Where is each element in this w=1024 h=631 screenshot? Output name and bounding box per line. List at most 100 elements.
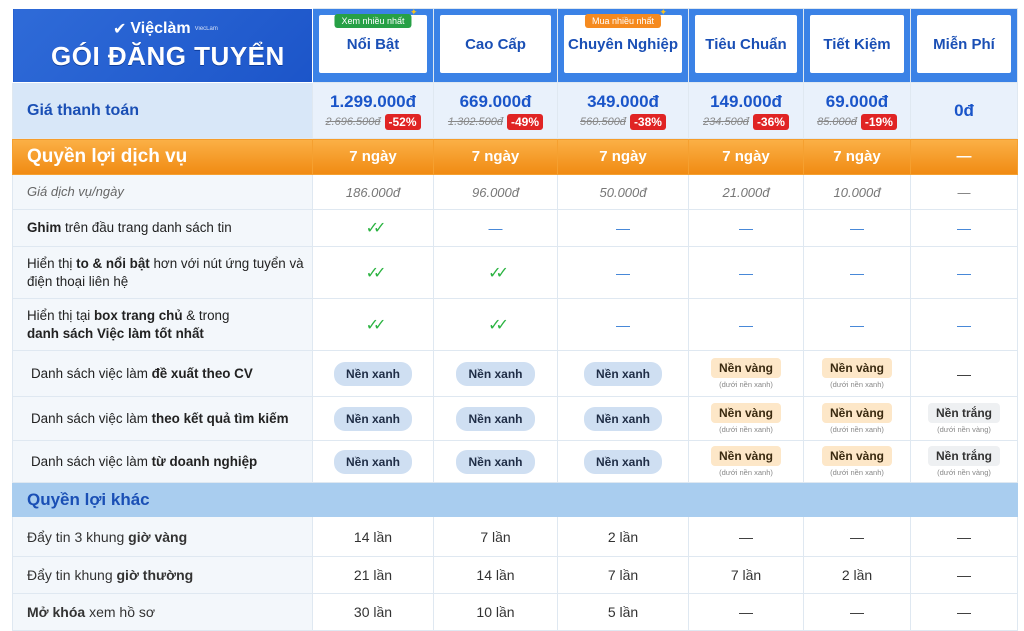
dash-icon: — <box>910 209 1018 247</box>
duration-cell: 7 ngày <box>688 138 804 175</box>
yellow-bg-pill: Nền vàng <box>821 403 892 423</box>
dash-icon: — <box>910 298 1018 351</box>
per-day-cell: 186.000đ <box>312 174 434 210</box>
most-viewed-badge: Xem nhiều nhất <box>334 7 418 28</box>
blue-bg-pill: Nền xanh <box>333 449 412 474</box>
plan-header-noi-bat[interactable]: Xem nhiều nhấtNổi Bật <box>312 7 434 83</box>
check-icon: ✓✓ <box>488 264 509 282</box>
feature-label: Danh sách việc làm đề xuất theo CV <box>12 350 313 397</box>
discount-badge: -36% <box>752 113 789 130</box>
blue-bg-pill: Nền xanh <box>333 361 412 386</box>
services-section-row: Quyền lợi dịch vụ 7 ngày 7 ngày 7 ngày 7… <box>12 138 1018 175</box>
check-icon: ✓✓ <box>365 220 387 237</box>
discount-badge: -49% <box>507 113 544 130</box>
per-day-cell: 50.000đ <box>557 174 689 210</box>
price-cell: 0đ <box>910 82 1018 139</box>
check-icon: ✓✓ <box>365 316 387 334</box>
per-day-row: Giá dịch vụ/ngày 186.000đ 96.000đ 50.000… <box>12 174 1018 210</box>
yellow-bg-pill: Nền vàng <box>710 403 781 423</box>
benefit-label: Mở khóa xem hồ sơ <box>12 593 313 631</box>
feature-row-pin: Ghim trên đầu trang danh sách tin ✓✓ — —… <box>12 209 1018 247</box>
per-day-label: Giá dịch vụ/ngày <box>12 174 313 210</box>
per-day-cell: — <box>910 174 1018 210</box>
services-heading: Quyền lợi dịch vụ <box>12 138 313 175</box>
price-row: Giá thanh toán 1.299.000đ 2.696.500đ -52% … <box>12 82 1018 139</box>
dash-icon: — <box>803 298 911 351</box>
dash-icon: — <box>557 209 689 247</box>
dash-icon: — <box>557 298 689 351</box>
dash-icon: — <box>910 246 1018 299</box>
discount-badge: -19% <box>860 113 897 130</box>
pricing-page: { "brand": {"logo": "Việclàm", "logo_sub… <box>0 0 1024 631</box>
feature-row-cv: Danh sách việc làm đề xuất theo CV Nền x… <box>12 350 1018 397</box>
best-seller-badge: Mua nhiều nhất <box>584 7 667 28</box>
yellow-bg-pill: Nền vàng <box>821 358 892 378</box>
pricing-table: ✔ Việclàm ViecLam GÓI ĐĂNG TUYỂN Xem nhiều… <box>12 7 1018 631</box>
per-day-cell: 96.000đ <box>433 174 558 210</box>
blue-bg-pill: Nền xanh <box>456 406 535 431</box>
page-title: GÓI ĐĂNG TUYỂN <box>51 41 285 71</box>
dash-icon: — <box>557 246 689 299</box>
feature-row-search: Danh sách việc làm theo kết quả tìm kiếm… <box>12 396 1018 441</box>
benefit-label: Đẩy tin 3 khung giờ vàng <box>12 516 313 557</box>
dash-icon: — <box>688 209 804 247</box>
feature-row-homepage: Hiển thị tại box trang chủ & trong danh … <box>12 298 1018 351</box>
blue-bg-pill: Nền xanh <box>456 361 535 386</box>
plan-header-mien-phi[interactable]: Miễn Phí <box>910 8 1018 83</box>
brand-banner: ✔ Việclàm ViecLam GÓI ĐĂNG TUYỂN <box>12 8 313 83</box>
plan-header-cao-cap[interactable]: Cao Cấp <box>433 8 558 83</box>
per-day-cell: 10.000đ <box>803 174 911 210</box>
duration-cell: 7 ngày <box>433 138 558 175</box>
blue-bg-pill: Nền xanh <box>456 449 535 474</box>
price-label: Giá thanh toán <box>12 82 313 139</box>
benefit-label: Đẩy tin khung giờ thường <box>12 556 313 594</box>
benefit-row-normal: Đẩy tin khung giờ thường 21 lần 14 lần 7… <box>12 556 1018 594</box>
price-cell: 149.000đ 234.500đ -36% <box>688 82 804 139</box>
dash-icon: — <box>803 209 911 247</box>
yellow-bg-pill: Nền vàng <box>710 446 781 466</box>
dash-icon: — <box>688 298 804 351</box>
dash-icon: — <box>803 246 911 299</box>
plan-header-chuyen-nghiep[interactable]: Mua nhiều nhấtChuyên Nghiệp <box>557 7 689 83</box>
benefit-row-unlock: Mở khóa xem hồ sơ 30 lần 10 lần 5 lần — … <box>12 593 1018 631</box>
feature-label: Hiển thị to & nổi bật hơn với nút ứng tu… <box>12 246 313 299</box>
price-cell: 69.000đ 85.000đ -19% <box>803 82 911 139</box>
blue-bg-pill: Nền xanh <box>583 406 662 431</box>
logo: ✔ Việclàm ViecLam <box>113 20 218 38</box>
dash-icon: — <box>688 246 804 299</box>
dash-icon: — <box>910 350 1018 397</box>
yellow-bg-pill: Nền vàng <box>710 358 781 378</box>
check-icon: ✓✓ <box>488 316 509 334</box>
feature-label: Ghim trên đầu trang danh sách tin <box>12 209 313 247</box>
per-day-cell: 21.000đ <box>688 174 804 210</box>
feature-label: Danh sách việc làm từ doanh nghiệp <box>12 440 313 483</box>
other-section-row: Quyền lợi khác <box>12 482 1018 517</box>
plan-header-tiet-kiem[interactable]: Tiết Kiệm <box>803 8 911 83</box>
benefit-row-gold: Đẩy tin 3 khung giờ vàng 14 lần 7 lần 2 … <box>12 516 1018 557</box>
feature-row-highlight: Hiển thị to & nổi bật hơn với nút ứng tu… <box>12 246 1018 299</box>
yellow-bg-pill: Nền vàng <box>821 446 892 466</box>
feature-label: Danh sách việc làm theo kết quả tìm kiếm <box>12 396 313 441</box>
price-cell: 1.299.000đ 2.696.500đ -52% <box>312 82 434 139</box>
feature-label: Hiển thị tại box trang chủ & trong danh … <box>12 298 313 351</box>
discount-badge: -52% <box>384 113 421 130</box>
plan-header-tieu-chuan[interactable]: Tiêu Chuẩn <box>688 8 804 83</box>
duration-cell: 7 ngày <box>803 138 911 175</box>
plans-header-row: ✔ Việclàm ViecLam GÓI ĐĂNG TUYỂN Xem nhiều… <box>12 7 1018 83</box>
price-cell: 669.000đ 1.302.500đ -49% <box>433 82 558 139</box>
white-bg-pill: Nền trắng <box>927 446 1000 466</box>
logo-check-icon: ✔ <box>113 21 127 38</box>
duration-cell: 7 ngày <box>557 138 689 175</box>
blue-bg-pill: Nền xanh <box>583 361 662 386</box>
duration-cell: — <box>910 138 1018 175</box>
duration-cell: 7 ngày <box>312 138 434 175</box>
blue-bg-pill: Nền xanh <box>583 449 662 474</box>
other-heading: Quyền lợi khác <box>12 482 313 517</box>
discount-badge: -38% <box>629 113 666 130</box>
feature-row-business: Danh sách việc làm từ doanh nghiệp Nền x… <box>12 440 1018 483</box>
price-cell: 349.000đ 560.500đ -38% <box>557 82 689 139</box>
check-icon: ✓✓ <box>365 264 387 282</box>
dash-icon: — <box>433 209 558 247</box>
white-bg-pill: Nền trắng <box>927 403 1000 423</box>
blue-bg-pill: Nền xanh <box>333 406 412 431</box>
